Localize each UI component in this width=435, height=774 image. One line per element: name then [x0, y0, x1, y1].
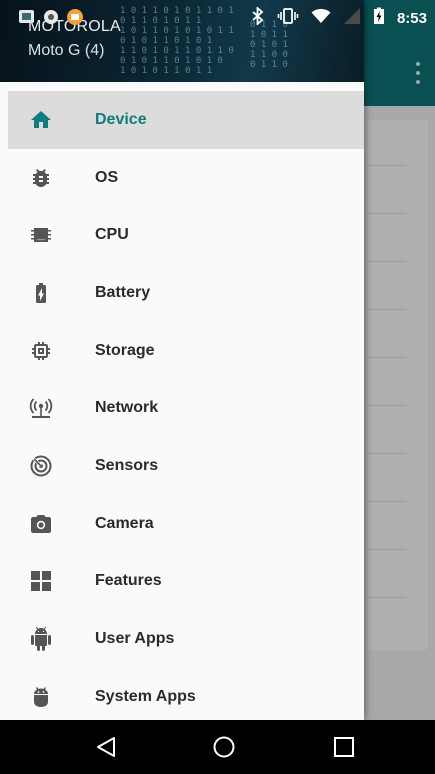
menu-item-label: Features [95, 572, 162, 590]
cpu-notification-icon [66, 8, 84, 31]
no-sim-icon [343, 7, 361, 30]
bug-icon [28, 165, 54, 191]
menu-item-camera[interactable]: Camera [8, 495, 364, 553]
notification-icons [18, 8, 84, 31]
menu-item-label: Storage [95, 341, 155, 359]
menu-item-sensors[interactable]: Sensors [8, 437, 364, 495]
wifi-icon [311, 7, 331, 30]
menu-item-features[interactable]: Features [8, 553, 364, 611]
menu-item-label: Camera [95, 514, 154, 532]
camera-icon [28, 511, 54, 537]
menu-item-label: CPU [95, 226, 129, 244]
storage-chip-icon [28, 338, 54, 364]
features-grid-icon [28, 568, 54, 594]
menu-item-device[interactable]: Device [8, 91, 364, 149]
device-model: Moto G (4) [28, 42, 105, 59]
status-bar: 8:53 [0, 0, 435, 36]
menu-item-label: System Apps [95, 687, 196, 705]
drawer-menu: Device OS CPU Battery Storage Network Se… [8, 91, 364, 720]
android-head-icon [28, 684, 54, 710]
screen: 1 0 1 1 0 1 0 1 1 0 10 1 1 0 1 0 1 11 0 … [0, 0, 435, 774]
menu-item-cpu[interactable]: CPU [8, 206, 364, 264]
chip-icon [28, 222, 54, 248]
vibrate-icon [277, 7, 299, 30]
menu-item-label: OS [95, 168, 119, 186]
menu-item-label: Battery [95, 283, 151, 301]
sensor-icon [28, 453, 54, 479]
android-notification-icon [42, 8, 60, 31]
menu-item-os[interactable]: OS [8, 149, 364, 207]
recents-icon[interactable] [330, 733, 358, 761]
menu-item-label: User Apps [95, 630, 175, 648]
menu-item-label: Sensors [95, 456, 159, 474]
navigation-drawer: 1 0 1 1 0 1 0 1 1 0 10 1 1 0 1 0 1 11 0 … [0, 0, 364, 720]
menu-item-storage[interactable]: Storage [8, 322, 364, 380]
notification-icon [18, 8, 36, 31]
bluetooth-icon [251, 5, 265, 30]
network-icon [28, 395, 54, 421]
menu-item-label: Network [95, 399, 159, 417]
back-icon[interactable] [92, 733, 120, 761]
home-circle-icon[interactable] [210, 733, 238, 761]
android-icon [28, 626, 54, 652]
menu-item-label: Device [95, 110, 147, 128]
battery-icon [28, 280, 54, 306]
battery-charging-icon [373, 7, 385, 30]
system-nav-bar [0, 720, 435, 774]
status-icons: 8:53 [251, 0, 435, 36]
menu-item-user-apps[interactable]: User Apps [8, 610, 364, 668]
menu-item-battery[interactable]: Battery [8, 264, 364, 322]
status-time: 8:53 [396, 9, 427, 27]
menu-item-network[interactable]: Network [8, 379, 364, 437]
home-icon [28, 107, 54, 133]
menu-item-system-apps[interactable]: System Apps [8, 668, 364, 720]
